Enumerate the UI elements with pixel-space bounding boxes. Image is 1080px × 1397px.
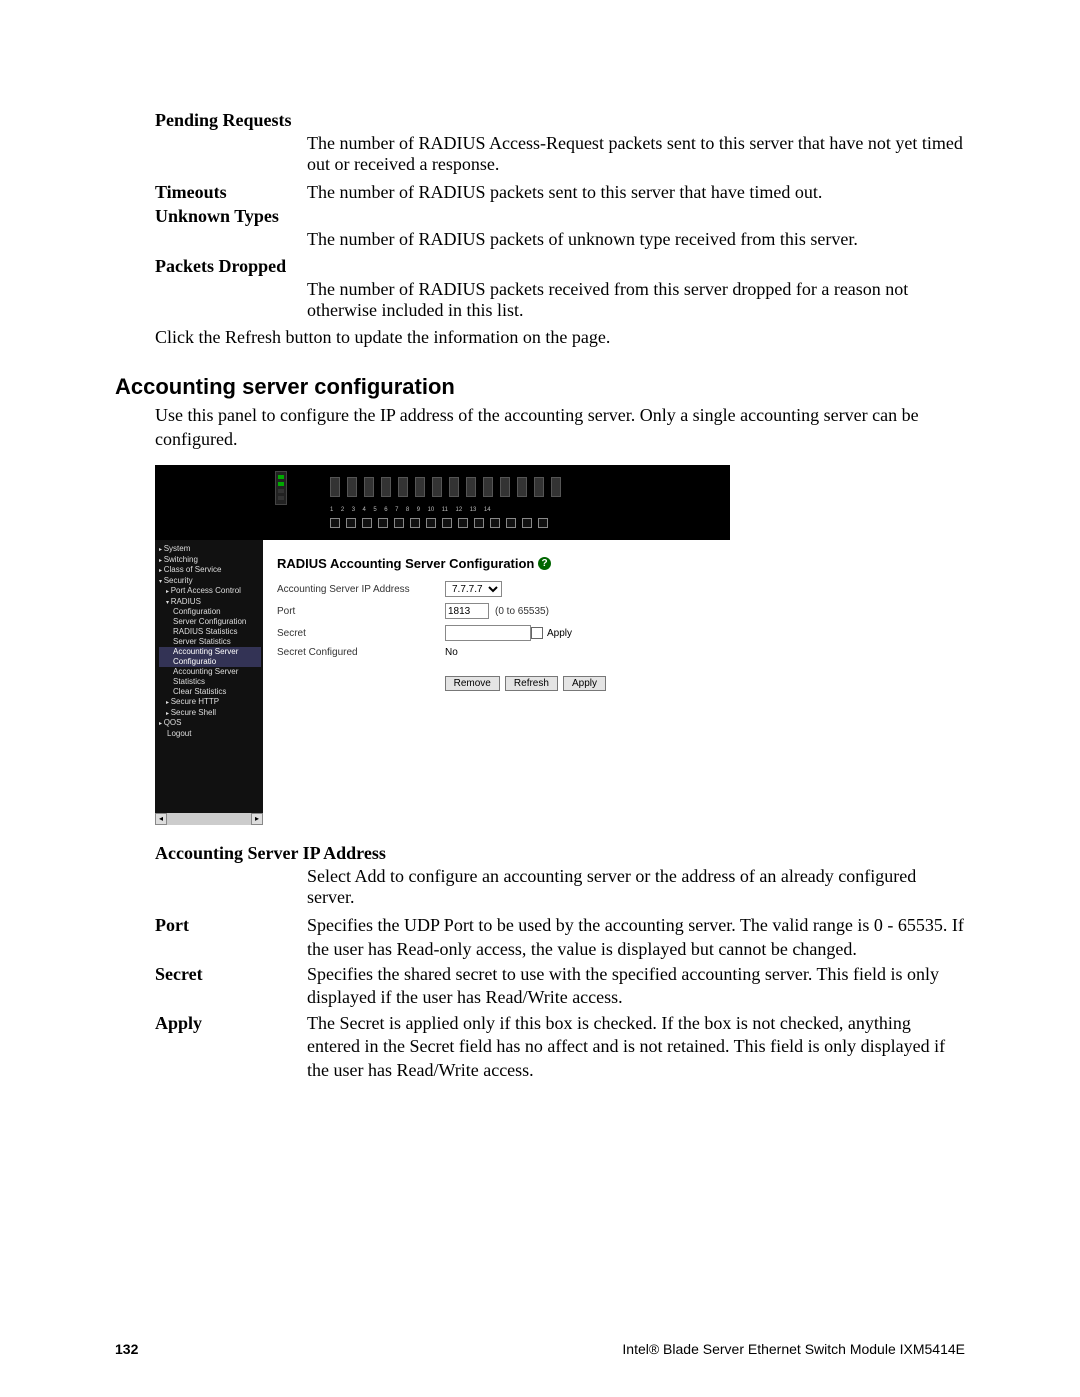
nav-system[interactable]: System [159, 544, 261, 555]
nav-radius[interactable]: RADIUS [159, 597, 261, 608]
nav-secure-http[interactable]: Secure HTTP [159, 697, 261, 708]
port-input[interactable] [445, 603, 489, 619]
accounting-server-ip-select[interactable]: 7.7.7.7 [445, 581, 502, 597]
status-leds [275, 471, 287, 505]
label-accounting-server-ip: Accounting Server IP Address [277, 584, 445, 595]
scroll-right-icon[interactable]: ▸ [251, 813, 263, 825]
port-checkbox[interactable] [490, 518, 500, 528]
nav-port-access-control[interactable]: Port Access Control [159, 586, 261, 597]
config-panel: RADIUS Accounting Server Configuration ?… [263, 540, 730, 825]
nav-security[interactable]: Security [159, 576, 261, 587]
port-checkbox[interactable] [362, 518, 372, 528]
nav-tree: System Switching Class of Service Securi… [155, 540, 263, 813]
port-checkbox[interactable] [506, 518, 516, 528]
refresh-instruction: Click the Refresh button to update the i… [155, 327, 965, 348]
port-select-row [330, 518, 548, 528]
desc-port: Specifies the UDP Port to be used by the… [307, 914, 965, 961]
label-secret: Secret [277, 628, 445, 639]
nav-accounting-server-configuration[interactable]: Accounting Server Configuratio [159, 647, 261, 667]
nav-qos[interactable]: QOS [159, 718, 261, 729]
section-heading: Accounting server configuration [115, 374, 965, 400]
desc-apply: The Secret is applied only if this box i… [307, 1012, 965, 1082]
term-apply: Apply [155, 1012, 307, 1082]
apply-button[interactable]: Apply [563, 676, 606, 691]
term-secret: Secret [155, 963, 307, 1010]
port-checkbox[interactable] [378, 518, 388, 528]
nav-radius-statistics[interactable]: RADIUS Statistics [159, 627, 261, 637]
secret-input[interactable] [445, 625, 531, 641]
document-page: Pending Requests The number of RADIUS Ac… [0, 0, 1080, 1397]
remove-button[interactable]: Remove [445, 676, 500, 691]
desc-unknown-types: The number of RADIUS packets of unknown … [307, 229, 965, 250]
nav-switching[interactable]: Switching [159, 555, 261, 566]
port-number-row: 12 34 56 78 910 1112 1314 [330, 507, 491, 513]
nav-scrollbar[interactable]: ◂ ▸ [155, 813, 263, 825]
nav-clear-statistics[interactable]: Clear Statistics [159, 687, 261, 697]
nav-configuration[interactable]: Configuration [159, 607, 261, 617]
port-checkbox[interactable] [394, 518, 404, 528]
footer-title: Intel® Blade Server Ethernet Switch Modu… [622, 1341, 965, 1357]
port-graphic-row [330, 477, 561, 497]
definitions-upper: Pending Requests The number of RADIUS Ac… [155, 110, 965, 321]
desc-pending-requests: The number of RADIUS Access-Request pack… [307, 133, 965, 175]
desc-secret: Specifies the shared secret to use with … [307, 963, 965, 1010]
label-port: Port [277, 606, 445, 617]
scroll-left-icon[interactable]: ◂ [155, 813, 167, 825]
panel-title: RADIUS Accounting Server Configuration ? [277, 556, 716, 571]
term-accounting-server-ip: Accounting Server IP Address [155, 843, 965, 864]
page-footer: 132 Intel® Blade Server Ethernet Switch … [115, 1341, 965, 1357]
help-icon[interactable]: ? [538, 557, 551, 570]
secret-configured-value: No [445, 647, 458, 658]
port-checkbox[interactable] [410, 518, 420, 528]
port-range-hint: (0 to 65535) [495, 606, 549, 617]
port-checkbox[interactable] [426, 518, 436, 528]
port-checkbox[interactable] [474, 518, 484, 528]
term-pending-requests: Pending Requests [155, 110, 965, 131]
term-timeouts: Timeouts [155, 181, 307, 204]
section-intro: Use this panel to configure the IP addre… [155, 404, 965, 451]
nav-server-statistics[interactable]: Server Statistics [159, 637, 261, 647]
panel-button-row: Remove Refresh Apply [277, 676, 716, 691]
desc-timeouts: The number of RADIUS packets sent to thi… [307, 181, 965, 204]
port-checkbox[interactable] [442, 518, 452, 528]
nav-server-configuration[interactable]: Server Configuration [159, 617, 261, 627]
apply-checkbox[interactable] [531, 627, 543, 639]
port-checkbox[interactable] [538, 518, 548, 528]
nav-logout[interactable]: Logout [159, 729, 261, 739]
nav-secure-shell[interactable]: Secure Shell [159, 708, 261, 719]
desc-packets-dropped: The number of RADIUS packets received fr… [307, 279, 965, 321]
refresh-button[interactable]: Refresh [505, 676, 558, 691]
apply-checkbox-label: Apply [547, 628, 572, 639]
desc-accounting-server-ip: Select Add to configure an accounting se… [307, 866, 965, 908]
device-header: 12 34 56 78 910 1112 1314 [155, 465, 730, 540]
nav-accounting-server-statistics[interactable]: Accounting Server Statistics [159, 667, 261, 687]
port-checkbox[interactable] [522, 518, 532, 528]
page-number: 132 [115, 1341, 138, 1357]
port-checkbox[interactable] [330, 518, 340, 528]
term-port: Port [155, 914, 307, 961]
nav-cos[interactable]: Class of Service [159, 565, 261, 576]
label-secret-configured: Secret Configured [277, 647, 445, 658]
term-unknown-types: Unknown Types [155, 206, 965, 227]
definitions-lower: Accounting Server IP Address Select Add … [155, 843, 965, 1082]
term-packets-dropped: Packets Dropped [155, 256, 965, 277]
embedded-screenshot: 12 34 56 78 910 1112 1314 [155, 465, 730, 825]
port-checkbox[interactable] [458, 518, 468, 528]
port-checkbox[interactable] [346, 518, 356, 528]
